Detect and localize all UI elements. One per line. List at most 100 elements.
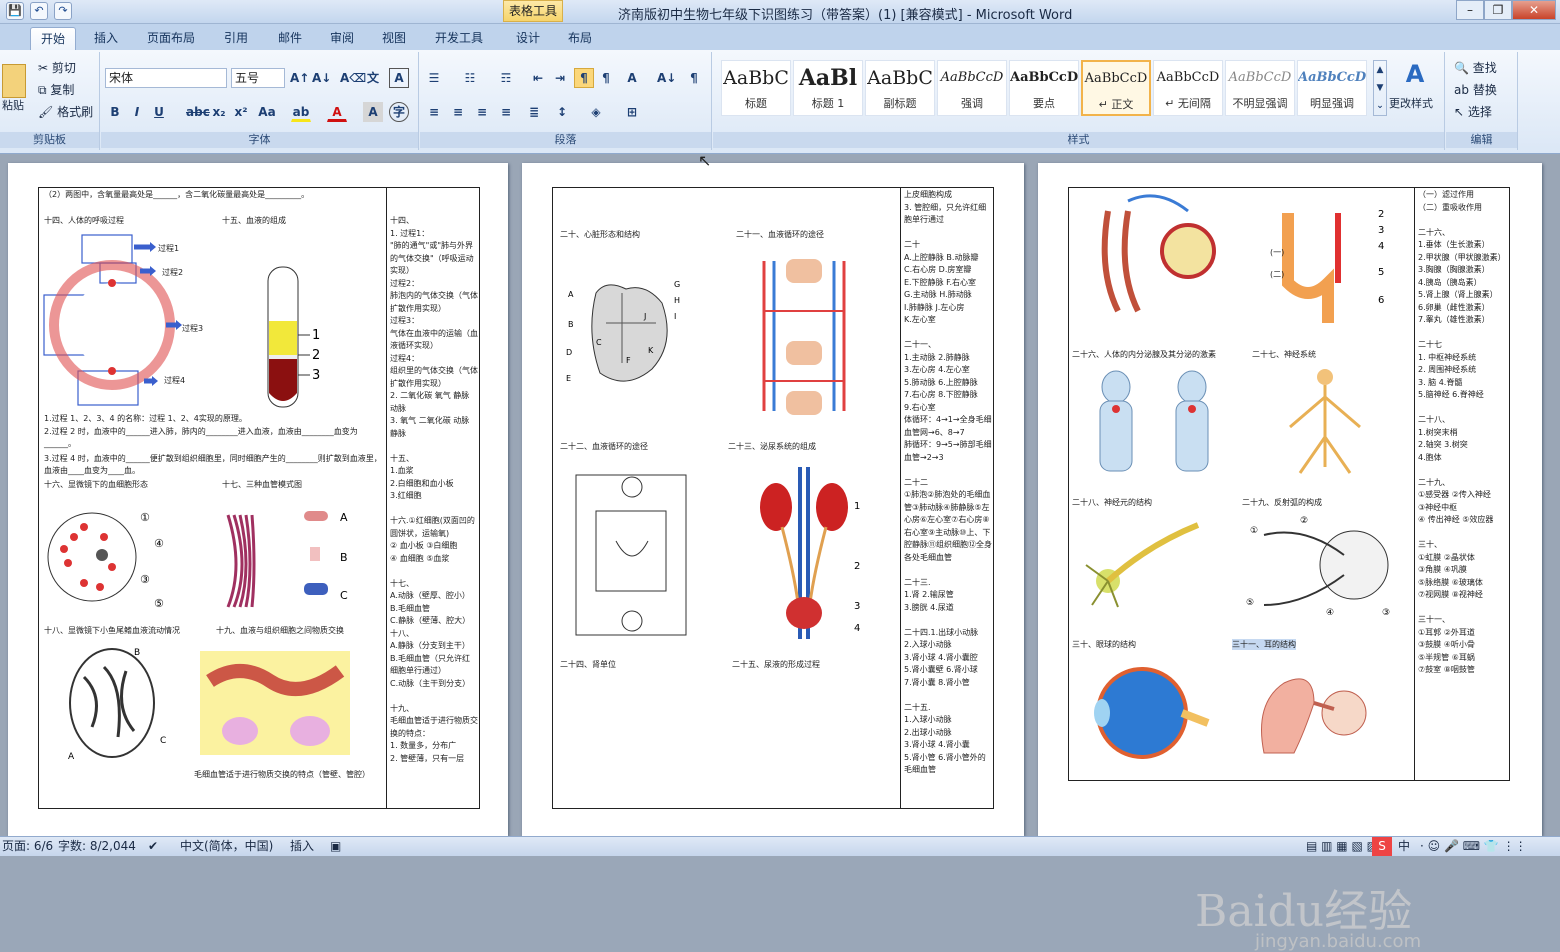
enclose-char-icon[interactable]: 字 (389, 102, 409, 122)
tab-mailings[interactable]: 邮件 (268, 27, 312, 50)
change-styles-button[interactable]: 更改样式 (1389, 94, 1433, 114)
undo-icon[interactable]: ↶ (30, 2, 48, 20)
numbering-icon[interactable]: ☷ (460, 68, 480, 88)
redo-icon[interactable]: ↷ (54, 2, 72, 20)
bold-icon[interactable]: B (105, 102, 125, 122)
tab-view[interactable]: 视图 (372, 27, 416, 50)
align-left-icon[interactable]: ≡ (424, 102, 444, 122)
styles-scroll-icon[interactable]: ▲ ▼ ⌄ (1373, 60, 1387, 116)
svg-text:④: ④ (1326, 608, 1334, 618)
word-count[interactable]: 字数: 8/2,044 (58, 837, 136, 856)
clear-format-icon[interactable]: A⌫ (339, 68, 366, 88)
cut-button[interactable]: ✂ 剪切 (38, 58, 76, 78)
paste-button[interactable]: 粘贴 (2, 96, 24, 116)
style-no-spacing[interactable]: AaBbCcD ↵ 无间隔 (1153, 60, 1223, 116)
shading-icon[interactable]: ◈ (586, 102, 606, 122)
strikethrough-icon[interactable]: abc (185, 102, 210, 122)
table-tools-context-tab[interactable]: 表格工具 (503, 0, 563, 22)
style-heading-1[interactable]: AaBl 标题 1 (793, 60, 863, 116)
ltr-text-icon[interactable]: ¶ (574, 68, 594, 88)
font-name-combo[interactable]: 宋体 (105, 68, 227, 88)
superscript-icon[interactable]: x² (231, 102, 251, 122)
select-button[interactable]: ↖ 选择 (1454, 102, 1492, 122)
underline-icon[interactable]: U (149, 102, 169, 122)
show-marks-icon[interactable]: ¶ (684, 68, 704, 88)
save-icon[interactable]: 💾 (6, 2, 24, 20)
font-size-combo[interactable]: 五号 (231, 68, 285, 88)
tab-layout[interactable]: 布局 (560, 27, 600, 50)
section-15-title: 十五、血液的组成 (222, 216, 286, 225)
style-intense-emphasis[interactable]: AaBbCcD 明显强调 (1297, 60, 1367, 116)
style-emphasis[interactable]: AaBbCcD 强调 (937, 60, 1007, 116)
align-right-icon[interactable]: ≡ (472, 102, 492, 122)
language-indicator[interactable]: 中文(简体，中国) (180, 837, 273, 856)
style-title[interactable]: AaBbC 标题 (721, 60, 791, 116)
borders-icon[interactable]: ⊞ (622, 102, 642, 122)
proofing-icon[interactable]: ✔ (148, 837, 158, 856)
change-styles-icon[interactable]: A (1399, 58, 1431, 90)
font-color-icon[interactable]: A (327, 102, 347, 122)
loop-label-1: (一) (1270, 248, 1285, 257)
minimize-icon[interactable]: – (1456, 0, 1484, 20)
section-27-title: 二十七、神经系统 (1252, 350, 1316, 359)
tab-review[interactable]: 审阅 (320, 27, 364, 50)
phonetic-guide-icon[interactable]: 文 (363, 68, 383, 88)
close-icon[interactable]: ✕ (1512, 0, 1556, 20)
tab-developer[interactable]: 开发工具 (428, 27, 490, 50)
style-sample: AaBl (798, 65, 858, 91)
sort-icon[interactable]: A↓ (656, 68, 676, 88)
tab-design[interactable]: 设计 (508, 27, 548, 50)
style-strong[interactable]: AaBbCcD 要点 (1009, 60, 1079, 116)
macro-icon[interactable]: ▣ (330, 837, 341, 856)
tab-page-layout[interactable]: 页面布局 (140, 27, 202, 50)
style-normal[interactable]: AaBbCcD ↵ 正文 (1081, 60, 1151, 116)
replace-button[interactable]: ab 替换 (1454, 80, 1497, 100)
page-indicator[interactable]: 页面: 6/6 (2, 837, 53, 856)
paste-icon[interactable] (2, 64, 26, 98)
style-subtle-emphasis[interactable]: AaBbCcD 不明显强调 (1225, 60, 1295, 116)
svg-text:C: C (596, 338, 602, 347)
ime-mode[interactable]: 中 (1398, 837, 1410, 856)
page-3[interactable]: 2 3 4 5 6 (一) (二) 二十六、人体的内分泌腺及其分泌的激素 二十七、神经系… (1038, 163, 1542, 836)
subscript-icon[interactable]: x₂ (209, 102, 229, 122)
char-border-icon[interactable]: A (389, 68, 409, 88)
justify-icon[interactable]: ≡ (496, 102, 516, 122)
highlight-icon[interactable]: ab (291, 102, 311, 122)
tab-home[interactable]: 开始 (30, 27, 76, 50)
tab-references[interactable]: 引用 (214, 27, 258, 50)
grow-font-icon[interactable]: A↑ (289, 68, 309, 88)
line-spacing-icon[interactable]: ↕ (552, 102, 572, 122)
window-title: 济南版初中生物七年级下识图练习（带答案）(1) [兼容模式] - Microso… (618, 8, 1073, 23)
bullets-icon[interactable]: ☰ (424, 68, 444, 88)
view-buttons[interactable]: ▤ ▥ ▦ ▧ ▨ (1306, 837, 1378, 856)
document-workspace[interactable]: （2）两图中，含氧量最高处是______，含二氧化碳量最高处是_________… (0, 151, 1560, 952)
svg-text:A: A (68, 752, 75, 762)
page-1[interactable]: （2）两图中，含氧量最高处是______，含二氧化碳量最高处是_________… (8, 163, 508, 836)
restore-icon[interactable]: ❐ (1484, 0, 1512, 20)
format-painter-button[interactable]: 🖌 格式刷 (38, 102, 93, 122)
increase-indent-icon[interactable]: ⇥ (550, 68, 570, 88)
asian-layout-icon[interactable]: A (622, 68, 642, 88)
style-sample: AaBbCcD (1010, 70, 1078, 85)
multilevel-list-icon[interactable]: ☶ (496, 68, 516, 88)
insert-mode[interactable]: 插入 (290, 837, 314, 856)
rtl-text-icon[interactable]: ¶ (596, 68, 616, 88)
shrink-font-icon[interactable]: A↓ (311, 68, 331, 88)
italic-icon[interactable]: I (127, 102, 147, 122)
svg-text:2: 2 (312, 348, 320, 363)
ime-toolbar-icons[interactable]: · ☺ 🎤 ⌨ 👕 ⋮⋮ (1420, 837, 1527, 856)
page-2[interactable]: 二十、心脏形态和结构 二十一、血液循环的途径 A B C D E F GHI J K 二十二、… (522, 163, 1024, 836)
align-center-icon[interactable]: ≡ (448, 102, 468, 122)
find-button[interactable]: 🔍 查找 (1454, 58, 1497, 78)
decrease-indent-icon[interactable]: ⇤ (528, 68, 548, 88)
tab-insert[interactable]: 插入 (84, 27, 128, 50)
capillary-exchange-diagram (200, 651, 350, 755)
copy-button[interactable]: ⧉ 复制 (38, 80, 74, 100)
char-shading-icon[interactable]: A (363, 102, 383, 122)
distributed-icon[interactable]: ≣ (524, 102, 544, 122)
question-2: 2.过程 2 时，血液中的______进入肺，肺内的________进入血液，血… (44, 427, 358, 448)
style-subtitle[interactable]: AaBbC 副标题 (865, 60, 935, 116)
change-case-icon[interactable]: Aa (257, 102, 277, 122)
ime-s-icon[interactable]: S (1372, 837, 1392, 856)
urinary-system-diagram: 1 2 3 4 (760, 467, 860, 639)
